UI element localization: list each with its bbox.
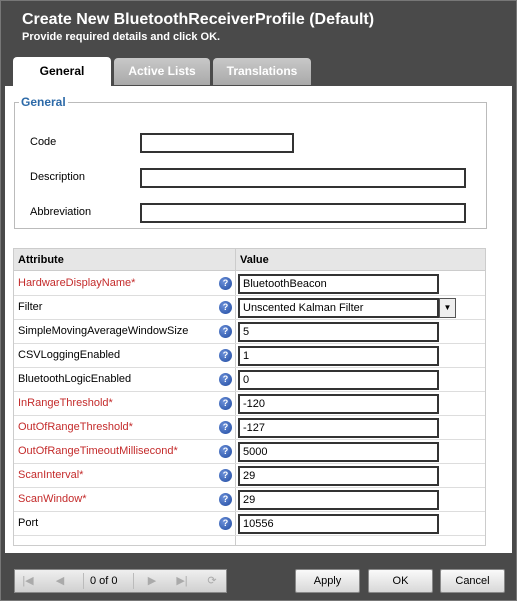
attribute-name: HardwareDisplayName* (18, 277, 136, 289)
pager-divider (133, 573, 134, 589)
dialog-header: Create New BluetoothReceiverProfile (Def… (1, 1, 516, 57)
grid-row: OutOfRangeThreshold* ? -127 (14, 416, 485, 440)
value-input[interactable]: 0 (238, 370, 439, 390)
value-input[interactable]: 1 (238, 346, 439, 366)
pager-divider (83, 573, 84, 589)
description-input[interactable] (140, 168, 466, 188)
apply-button[interactable]: Apply (295, 569, 360, 593)
value-input[interactable]: 10556 (238, 514, 439, 534)
code-input[interactable] (140, 133, 294, 153)
general-fieldset: General Code Description Abbreviation (14, 95, 487, 229)
grid-row: CSVLoggingEnabled ? 1 (14, 344, 485, 368)
help-icon[interactable]: ? (219, 301, 232, 314)
last-page-icon[interactable]: ▶| (175, 574, 189, 588)
attribute-name: InRangeThreshold* (18, 397, 113, 409)
abbreviation-input[interactable] (140, 203, 466, 223)
attribute-name: BluetoothLogicEnabled (18, 373, 132, 385)
refresh-icon[interactable]: ⟳ (205, 574, 219, 588)
abbreviation-label: Abbreviation (30, 206, 92, 218)
tab-panel: General Code Description Abbreviation At… (1, 86, 516, 553)
grid-header: Attribute Value (14, 249, 485, 271)
pager-text: 0 of 0 (90, 575, 118, 587)
grid-row: Port ? 10556 (14, 512, 485, 536)
dialog-subtitle: Provide required details and click OK. (22, 31, 221, 43)
next-page-icon[interactable]: ▶ (145, 574, 159, 588)
general-legend: General (21, 95, 66, 109)
description-label: Description (30, 171, 86, 183)
grid-row: Filter ? Unscented Kalman Filter ▼ (14, 296, 485, 320)
value-input[interactable]: 5000 (238, 442, 439, 462)
tab-general[interactable]: General (13, 57, 111, 86)
attribute-name: SimpleMovingAverageWindowSize (18, 325, 189, 337)
value-input[interactable]: -120 (238, 394, 439, 414)
attribute-name: OutOfRangeTimeoutMillisecond* (18, 445, 178, 457)
chevron-down-icon[interactable]: ▼ (439, 298, 456, 318)
filter-select[interactable]: Unscented Kalman Filter (238, 298, 439, 318)
value-input[interactable]: BluetoothBeacon (238, 274, 439, 294)
value-column-header: Value (240, 254, 269, 266)
attribute-name: OutOfRangeThreshold* (18, 421, 133, 433)
attribute-name: Filter (18, 301, 43, 313)
help-icon[interactable]: ? (219, 349, 232, 362)
attribute-name: ScanWindow* (18, 493, 87, 505)
attribute-name: ScanInterval* (18, 469, 84, 481)
grid-row: BluetoothLogicEnabled ? 0 (14, 368, 485, 392)
pager: |◀ ◀ 0 of 0 ▶ ▶| ⟳ (14, 569, 227, 593)
help-icon[interactable]: ? (219, 445, 232, 458)
grid-row: ScanInterval* ? 29 (14, 464, 485, 488)
help-icon[interactable]: ? (219, 373, 232, 386)
value-input[interactable]: 29 (238, 466, 439, 486)
attribute-name: Port (18, 517, 39, 529)
tab-panel-content: General Code Description Abbreviation At… (5, 86, 512, 553)
prev-page-icon[interactable]: ◀ (53, 574, 67, 588)
code-label: Code (30, 136, 57, 148)
grid-row: OutOfRangeTimeoutMillisecond* ? 5000 (14, 440, 485, 464)
value-input[interactable]: 29 (238, 490, 439, 510)
tab-active-lists[interactable]: Active Lists (114, 58, 210, 85)
grid-row: SimpleMovingAverageWindowSize ? 5 (14, 320, 485, 344)
grid-row: HardwareDisplayName* ? BluetoothBeacon (14, 272, 485, 296)
ok-button[interactable]: OK (368, 569, 433, 593)
help-icon[interactable]: ? (219, 469, 232, 482)
dialog-window: Create New BluetoothReceiverProfile (Def… (0, 0, 517, 601)
attribute-column-header: Attribute (18, 254, 64, 266)
dialog-footer: |◀ ◀ 0 of 0 ▶ ▶| ⟳ Apply OK Cancel (1, 553, 516, 600)
cancel-button[interactable]: Cancel (440, 569, 505, 593)
dialog-title: Create New BluetoothReceiverProfile (Def… (22, 11, 375, 28)
help-icon[interactable]: ? (219, 421, 232, 434)
first-page-icon[interactable]: |◀ (21, 574, 35, 588)
help-icon[interactable]: ? (219, 277, 232, 290)
tab-translations[interactable]: Translations (213, 58, 311, 85)
grid-row: ScanWindow* ? 29 (14, 488, 485, 512)
value-input[interactable]: 5 (238, 322, 439, 342)
help-icon[interactable]: ? (219, 517, 232, 530)
help-icon[interactable]: ? (219, 397, 232, 410)
attribute-grid: Attribute Value HardwareDisplayName* ? B… (13, 248, 486, 546)
grid-row: InRangeThreshold* ? -120 (14, 392, 485, 416)
tab-bar: General Active Lists Translations (1, 57, 516, 86)
help-icon[interactable]: ? (219, 325, 232, 338)
help-icon[interactable]: ? (219, 493, 232, 506)
attribute-name: CSVLoggingEnabled (18, 349, 121, 361)
value-input[interactable]: -127 (238, 418, 439, 438)
